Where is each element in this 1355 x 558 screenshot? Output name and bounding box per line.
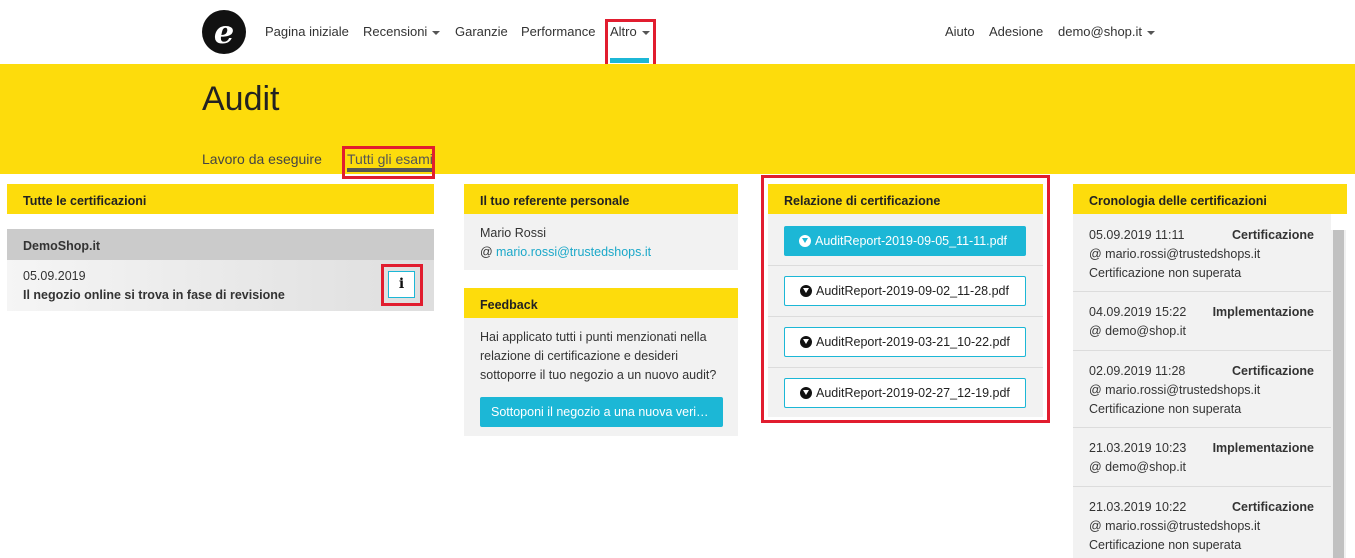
page-title: Audit (202, 80, 280, 118)
highlight-box-more (605, 19, 656, 67)
history-user: @ mario.rossi@trustedshops.it (1089, 519, 1261, 533)
divider (1073, 427, 1331, 428)
nav-item-performance[interactable]: Performance (521, 24, 595, 39)
shop-name: DemoShop.it (7, 229, 434, 260)
history-user: @ mario.rossi@trustedshops.it (1089, 383, 1261, 397)
feedback-text-line-1: Hai applicato tutti i punti menzionati n… (480, 330, 707, 344)
at-icon: @ (480, 245, 493, 259)
history-user: @ demo@shop.it (1089, 460, 1186, 474)
history-type: Certificazione (1232, 228, 1314, 242)
highlight-box-tab (342, 146, 435, 179)
nav-item-guarantees[interactable]: Garanzie (455, 24, 508, 39)
highlight-box-info (381, 264, 423, 306)
top-navbar: e Pagina iniziale Recensioni Garanzie Pe… (0, 0, 1355, 67)
nav-item-membership[interactable]: Adesione (989, 24, 1043, 39)
history-type: Implementazione (1212, 305, 1314, 319)
tab-todo[interactable]: Lavoro da eseguire (202, 151, 322, 167)
contact-email-link[interactable]: mario.rossi@trustedshops.it (496, 245, 651, 259)
history-result: Certificazione non superata (1089, 402, 1242, 416)
account-email: demo@shop.it (1058, 24, 1143, 39)
history-date: 05.09.2019 11:11 (1089, 228, 1185, 242)
history-user: @ demo@shop.it (1089, 324, 1186, 338)
chevron-down-icon (432, 30, 441, 35)
history-date: 21.03.2019 10:23 (1089, 441, 1187, 455)
nav-item-reviews-label: Recensioni (363, 24, 428, 39)
history-result: Certificazione non superata (1089, 266, 1242, 280)
certification-item (7, 260, 434, 311)
history-date: 21.03.2019 10:22 (1089, 500, 1187, 514)
divider (1073, 486, 1331, 487)
certification-date: 05.09.2019 (23, 269, 86, 283)
chevron-down-icon (1147, 30, 1156, 35)
feedback-text-line-3: sottoporre il tuo negozio a un nuovo aud… (480, 368, 717, 382)
highlight-box-report (761, 175, 1050, 423)
history-scrollbar-thumb[interactable] (1333, 230, 1344, 558)
divider (1073, 350, 1331, 351)
trusted-shops-logo[interactable]: e (202, 10, 246, 54)
contact-card-body (464, 214, 738, 270)
feedback-card-title: Feedback (464, 288, 738, 318)
history-type: Certificazione (1232, 364, 1314, 378)
logo-letter: e (213, 13, 235, 51)
contact-name: Mario Rossi (480, 226, 546, 240)
history-date: 02.09.2019 11:28 (1089, 364, 1186, 378)
history-result: Certificazione non superata (1089, 538, 1242, 552)
divider (1073, 291, 1331, 292)
nav-item-reviews[interactable]: Recensioni (363, 24, 441, 39)
feedback-text-line-2: relazione di certificazione e desideri (480, 349, 679, 363)
history-user: @ mario.rossi@trustedshops.it (1089, 247, 1261, 261)
history-card-title: Cronologia delle certificazioni (1073, 184, 1347, 214)
history-type: Certificazione (1232, 500, 1314, 514)
nav-item-help[interactable]: Aiuto (945, 24, 975, 39)
certification-status: Il negozio online si trova in fase di re… (23, 288, 285, 302)
history-date: 04.09.2019 15:22 (1089, 305, 1187, 319)
nav-item-home[interactable]: Pagina iniziale (265, 24, 349, 39)
contact-card-title: Il tuo referente personale (464, 184, 738, 214)
certifications-card-title: Tutte le certificazioni (7, 184, 434, 214)
history-type: Implementazione (1212, 441, 1314, 455)
nav-item-account[interactable]: demo@shop.it (1058, 24, 1156, 39)
request-new-audit-button[interactable]: Sottoponi il negozio a una nuova veri… (480, 397, 723, 427)
